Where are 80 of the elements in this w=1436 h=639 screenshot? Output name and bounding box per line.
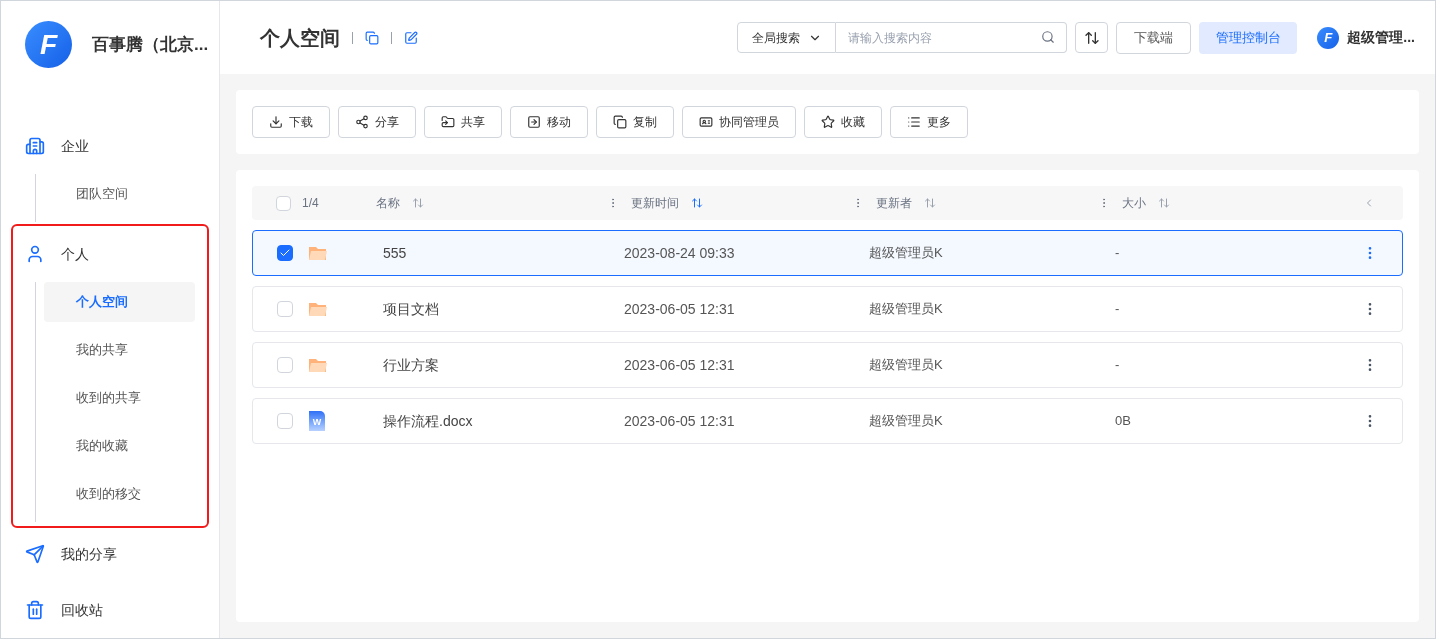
search-scope-dropdown[interactable]: 全局搜索 xyxy=(737,22,837,53)
sort-icon xyxy=(1083,29,1100,46)
toolbar-button[interactable]: 下载 xyxy=(252,106,330,138)
updated-time: 2023-08-24 09:33 xyxy=(624,243,736,263)
paper-plane-icon xyxy=(25,544,45,564)
file-size: - xyxy=(1115,356,1121,375)
sort-icon[interactable] xyxy=(691,197,703,209)
sort-icon[interactable] xyxy=(412,197,424,209)
folder-share-icon xyxy=(441,115,455,129)
nav-subitem[interactable]: 个人空间 xyxy=(44,282,195,322)
toolbar-button[interactable]: 协同管理员 xyxy=(682,106,796,138)
trash-icon xyxy=(25,600,45,620)
nav-subitem[interactable]: 收到的共享 xyxy=(44,378,195,418)
updated-time: 2023-06-05 12:31 xyxy=(624,299,736,319)
list-icon xyxy=(907,115,921,129)
file-name[interactable]: 项目文档 xyxy=(383,298,624,320)
user-name[interactable]: 超级管理... xyxy=(1347,27,1415,48)
sort-icon[interactable] xyxy=(924,197,936,209)
file-row[interactable]: 项目文档 2023-06-05 12:31 超级管理员K - xyxy=(252,286,1403,332)
copy-icon[interactable] xyxy=(365,30,379,45)
file-name[interactable]: 操作流程.docx xyxy=(383,410,624,432)
sort-icon[interactable] xyxy=(1158,197,1170,209)
nav-subitem[interactable]: 团队空间 xyxy=(44,174,195,214)
file-size: 0B xyxy=(1115,412,1132,431)
copy-icon xyxy=(613,115,627,129)
page-title: 个人空间 xyxy=(260,25,340,51)
nav-item[interactable]: 回收站 xyxy=(13,582,207,638)
download-icon xyxy=(269,115,283,129)
row-checkbox[interactable] xyxy=(277,245,293,261)
file-row[interactable]: 行业方案 2023-06-05 12:31 超级管理员K - xyxy=(252,342,1403,388)
edit-icon[interactable] xyxy=(404,30,418,45)
move-icon xyxy=(527,115,541,129)
folder-icon xyxy=(309,302,327,316)
updated-time: 2023-06-05 12:31 xyxy=(624,411,736,431)
column-header[interactable]: 大小 xyxy=(1122,194,1146,212)
selection-count: 1/4 xyxy=(302,195,319,212)
updater-name: 超级管理员K xyxy=(869,244,944,263)
file-row[interactable]: 555 2023-08-24 09:33 超级管理员K - xyxy=(252,230,1403,276)
toolbar-button[interactable]: 更多 xyxy=(890,106,968,138)
logo-icon: F xyxy=(25,21,72,68)
column-header[interactable]: 名称 xyxy=(376,194,400,212)
updated-time: 2023-06-05 12:31 xyxy=(624,355,736,375)
sort-button[interactable] xyxy=(1075,22,1109,53)
nav-subitem[interactable]: 我的收藏 xyxy=(44,426,195,466)
toolbar-button[interactable]: 移动 xyxy=(510,106,588,138)
admin-console-button[interactable]: 管理控制台 xyxy=(1199,21,1298,54)
toolbar-button[interactable]: 复制 xyxy=(596,106,674,138)
building-icon xyxy=(25,136,45,156)
logo-icon: F xyxy=(1317,26,1340,49)
updater-name: 超级管理员K xyxy=(869,356,944,375)
updater-name: 超级管理员K xyxy=(869,300,944,319)
check-icon xyxy=(279,247,291,259)
file-name[interactable]: 行业方案 xyxy=(383,354,624,376)
nav-item[interactable]: 我的分享 xyxy=(13,526,207,582)
search-field[interactable]: 请输入搜索内容 xyxy=(836,22,1068,53)
star-icon xyxy=(821,115,835,129)
nav-item[interactable]: 个人 xyxy=(13,226,207,282)
select-all-checkbox[interactable] xyxy=(276,195,291,211)
file-size: - xyxy=(1115,244,1121,263)
toolbar-button[interactable]: 共享 xyxy=(424,106,502,138)
toolbar-button[interactable]: 收藏 xyxy=(804,106,882,138)
nav-item[interactable]: 企业 xyxy=(13,118,207,174)
folder-icon xyxy=(309,358,327,372)
nav-subitem[interactable]: 我的共享 xyxy=(44,330,195,370)
search-icon[interactable] xyxy=(1041,30,1056,44)
id-card-icon xyxy=(699,115,713,129)
download-client-button[interactable]: 下载端 xyxy=(1116,21,1192,54)
company-name: 百事腾（北京... xyxy=(92,33,209,56)
nav-subitem[interactable]: 收到的移交 xyxy=(44,474,195,514)
folder-icon xyxy=(309,246,327,260)
column-header[interactable]: 更新者 xyxy=(876,194,912,212)
file-size: - xyxy=(1115,300,1121,319)
person-icon xyxy=(25,244,45,264)
file-name[interactable]: 555 xyxy=(383,242,624,264)
updater-name: 超级管理员K xyxy=(869,412,944,431)
word-document-icon: W xyxy=(309,411,325,431)
column-header[interactable]: 更新时间 xyxy=(631,194,679,212)
share-icon xyxy=(355,115,369,129)
file-row[interactable]: W 操作流程.docx 2023-06-05 12:31 超级管理员K 0B xyxy=(252,398,1403,444)
toolbar-button[interactable]: 分享 xyxy=(338,106,416,138)
